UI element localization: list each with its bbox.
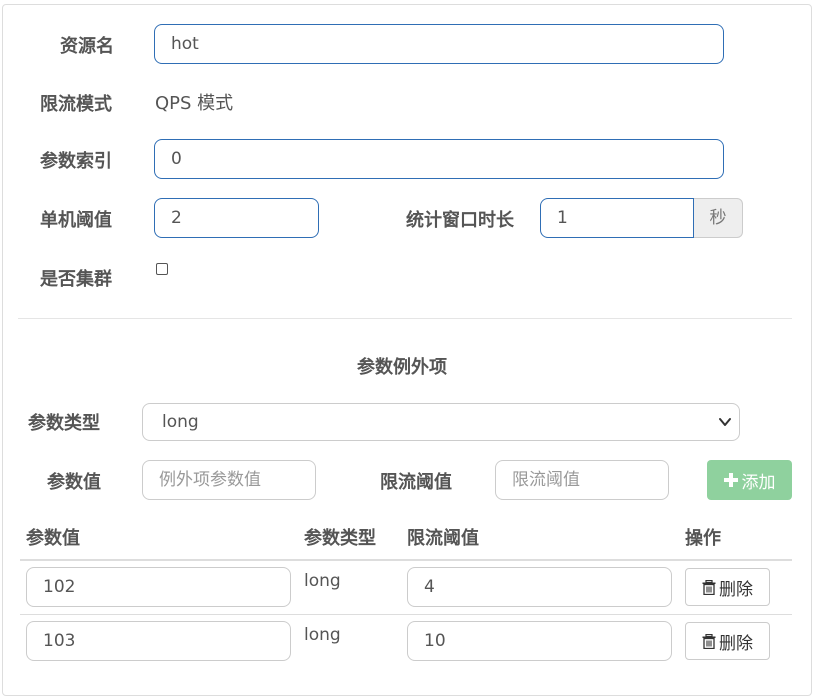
add-exception-button[interactable]: 添加 xyxy=(707,460,792,500)
param-value-label: 参数值 xyxy=(47,472,101,493)
trash-icon xyxy=(702,633,716,649)
row-param-value-input[interactable]: 103 xyxy=(26,621,291,661)
delete-label: 删除 xyxy=(719,633,753,654)
delete-row-button[interactable]: 删除 xyxy=(685,622,770,660)
window-unit-addon: 秒 xyxy=(694,198,743,238)
threshold-input[interactable] xyxy=(154,198,319,238)
exceptions-title: 参数例外项 xyxy=(357,357,447,378)
param-value-input[interactable] xyxy=(142,460,316,500)
window-duration-input[interactable] xyxy=(540,198,694,238)
resource-name-label: 资源名 xyxy=(60,36,114,57)
delete-label: 删除 xyxy=(719,579,753,600)
row-param-type: long xyxy=(304,571,341,591)
threshold-label: 单机阈值 xyxy=(40,210,112,231)
limit-threshold-label: 限流阈值 xyxy=(380,472,452,493)
row-param-type: long xyxy=(304,625,341,645)
param-index-label: 参数索引 xyxy=(40,151,112,172)
resource-name-input[interactable] xyxy=(154,24,724,64)
delete-row-button[interactable]: 删除 xyxy=(685,568,770,606)
limit-mode-label: 限流模式 xyxy=(40,94,112,115)
row-param-value-input[interactable]: 102 xyxy=(26,567,291,607)
window-duration-label: 统计窗口时长 xyxy=(406,210,514,231)
section-divider xyxy=(18,318,792,319)
table-header-action: 操作 xyxy=(685,528,721,549)
table-header-limit: 限流阈值 xyxy=(407,528,479,549)
cluster-checkbox[interactable] xyxy=(156,263,168,275)
limit-threshold-input[interactable] xyxy=(495,460,669,500)
param-index-input[interactable] xyxy=(154,139,724,179)
chevron-down-icon xyxy=(719,418,731,426)
table-header-divider xyxy=(20,559,792,561)
add-exception-label: 添加 xyxy=(741,472,776,493)
cluster-label: 是否集群 xyxy=(40,269,112,290)
table-header-param-type: 参数类型 xyxy=(304,528,376,549)
plus-icon xyxy=(723,473,738,487)
row-limit-input[interactable]: 4 xyxy=(407,567,672,607)
limit-mode-value: QPS 模式 xyxy=(155,93,234,114)
param-type-select[interactable]: long xyxy=(142,403,740,441)
trash-icon xyxy=(702,579,716,595)
param-type-label: 参数类型 xyxy=(28,413,100,434)
table-header-param-value: 参数值 xyxy=(26,528,80,549)
row-limit-input[interactable]: 10 xyxy=(407,621,672,661)
table-row-divider xyxy=(20,614,792,615)
param-type-selected: long xyxy=(162,412,199,432)
